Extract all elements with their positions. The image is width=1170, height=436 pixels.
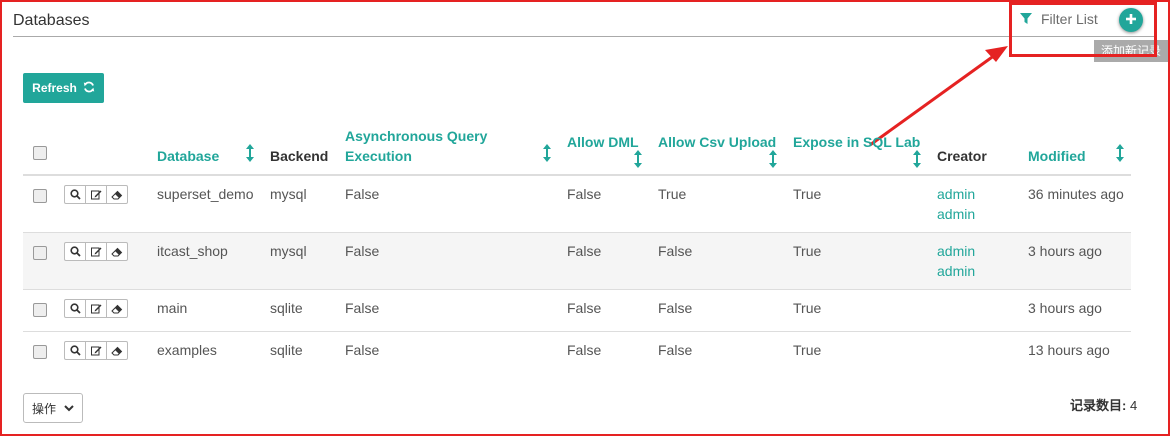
database-name: itcast_shop (157, 243, 228, 259)
row-checkbox[interactable] (33, 303, 47, 317)
edit-icon[interactable] (85, 185, 107, 204)
modified-value: 3 hours ago (1028, 300, 1102, 316)
sort-icon[interactable] (245, 144, 255, 167)
dml-value: False (567, 300, 602, 316)
refresh-icon (83, 81, 95, 96)
record-count-value: 4 (1129, 398, 1138, 413)
delete-icon[interactable] (106, 242, 128, 261)
async-value: False (345, 300, 380, 316)
row-actions (64, 341, 128, 360)
chevron-down-icon (64, 401, 74, 415)
actions-dropdown[interactable]: 操作 (23, 393, 83, 423)
row-checkbox[interactable] (33, 246, 47, 260)
creator-link[interactable]: admin (937, 184, 975, 204)
database-name: superset_demo (157, 186, 254, 202)
column-modified[interactable]: Modified (1028, 146, 1086, 166)
column-expose-sql-lab[interactable]: Expose in SQL Lab (793, 132, 920, 152)
async-value: False (345, 186, 380, 202)
backend-value: sqlite (270, 342, 303, 358)
dml-value: False (567, 243, 602, 259)
expose-value: True (793, 342, 822, 358)
page-title: Databases (13, 12, 90, 29)
refresh-label: Refresh (32, 81, 77, 95)
changed-by-link[interactable]: admin (937, 261, 975, 281)
row-actions (64, 299, 128, 318)
view-icon[interactable] (64, 185, 86, 204)
csv-upload-value: True (658, 186, 687, 202)
async-value: False (345, 243, 380, 259)
modified-value: 13 hours ago (1028, 342, 1110, 358)
column-allow-dml[interactable]: Allow DML (567, 132, 639, 152)
csv-upload-value: False (658, 243, 693, 259)
column-database[interactable]: Database (157, 146, 219, 166)
record-count: 记录数目: 4 (1070, 395, 1137, 414)
delete-icon[interactable] (106, 185, 128, 204)
refresh-button[interactable]: Refresh (23, 73, 104, 103)
async-value: False (345, 342, 380, 358)
database-name: main (157, 300, 188, 316)
sort-icon[interactable] (768, 150, 778, 173)
row-actions (64, 185, 128, 204)
view-icon[interactable] (64, 242, 86, 261)
title-divider (13, 36, 1156, 37)
delete-icon[interactable] (106, 299, 128, 318)
column-async-query[interactable]: Asynchronous Query Execution (345, 126, 505, 166)
backend-value: mysql (270, 186, 307, 202)
edit-icon[interactable] (85, 299, 107, 318)
dml-value: False (567, 342, 602, 358)
expose-value: True (793, 243, 822, 259)
changed-by-link[interactable]: admin (937, 204, 975, 224)
annotation-highlight-box (1009, 2, 1157, 57)
delete-icon[interactable] (106, 341, 128, 360)
sort-icon[interactable] (542, 144, 552, 167)
expose-value: True (793, 300, 822, 316)
database-name: examples (157, 342, 217, 358)
actions-dropdown-label: 操作 (31, 401, 56, 416)
modified-value: 36 minutes ago (1028, 186, 1124, 202)
select-all-checkbox[interactable] (33, 146, 47, 160)
sort-icon[interactable] (1115, 144, 1125, 167)
sort-icon[interactable] (912, 150, 922, 173)
backend-value: sqlite (270, 300, 303, 316)
edit-icon[interactable] (85, 242, 107, 261)
csv-upload-value: False (658, 342, 693, 358)
column-creator: Creator (937, 148, 987, 164)
row-actions (64, 242, 128, 261)
row-checkbox[interactable] (33, 345, 47, 359)
expose-value: True (793, 186, 822, 202)
view-icon[interactable] (64, 299, 86, 318)
edit-icon[interactable] (85, 341, 107, 360)
column-allow-csv-upload[interactable]: Allow Csv Upload (658, 132, 776, 152)
dml-value: False (567, 186, 602, 202)
row-checkbox[interactable] (33, 189, 47, 203)
sort-icon[interactable] (633, 150, 643, 173)
creator-link[interactable]: admin (937, 241, 975, 261)
column-backend: Backend (270, 148, 329, 164)
view-icon[interactable] (64, 341, 86, 360)
backend-value: mysql (270, 243, 307, 259)
csv-upload-value: False (658, 300, 693, 316)
record-count-label: 记录数目: (1070, 398, 1127, 413)
modified-value: 3 hours ago (1028, 243, 1102, 259)
